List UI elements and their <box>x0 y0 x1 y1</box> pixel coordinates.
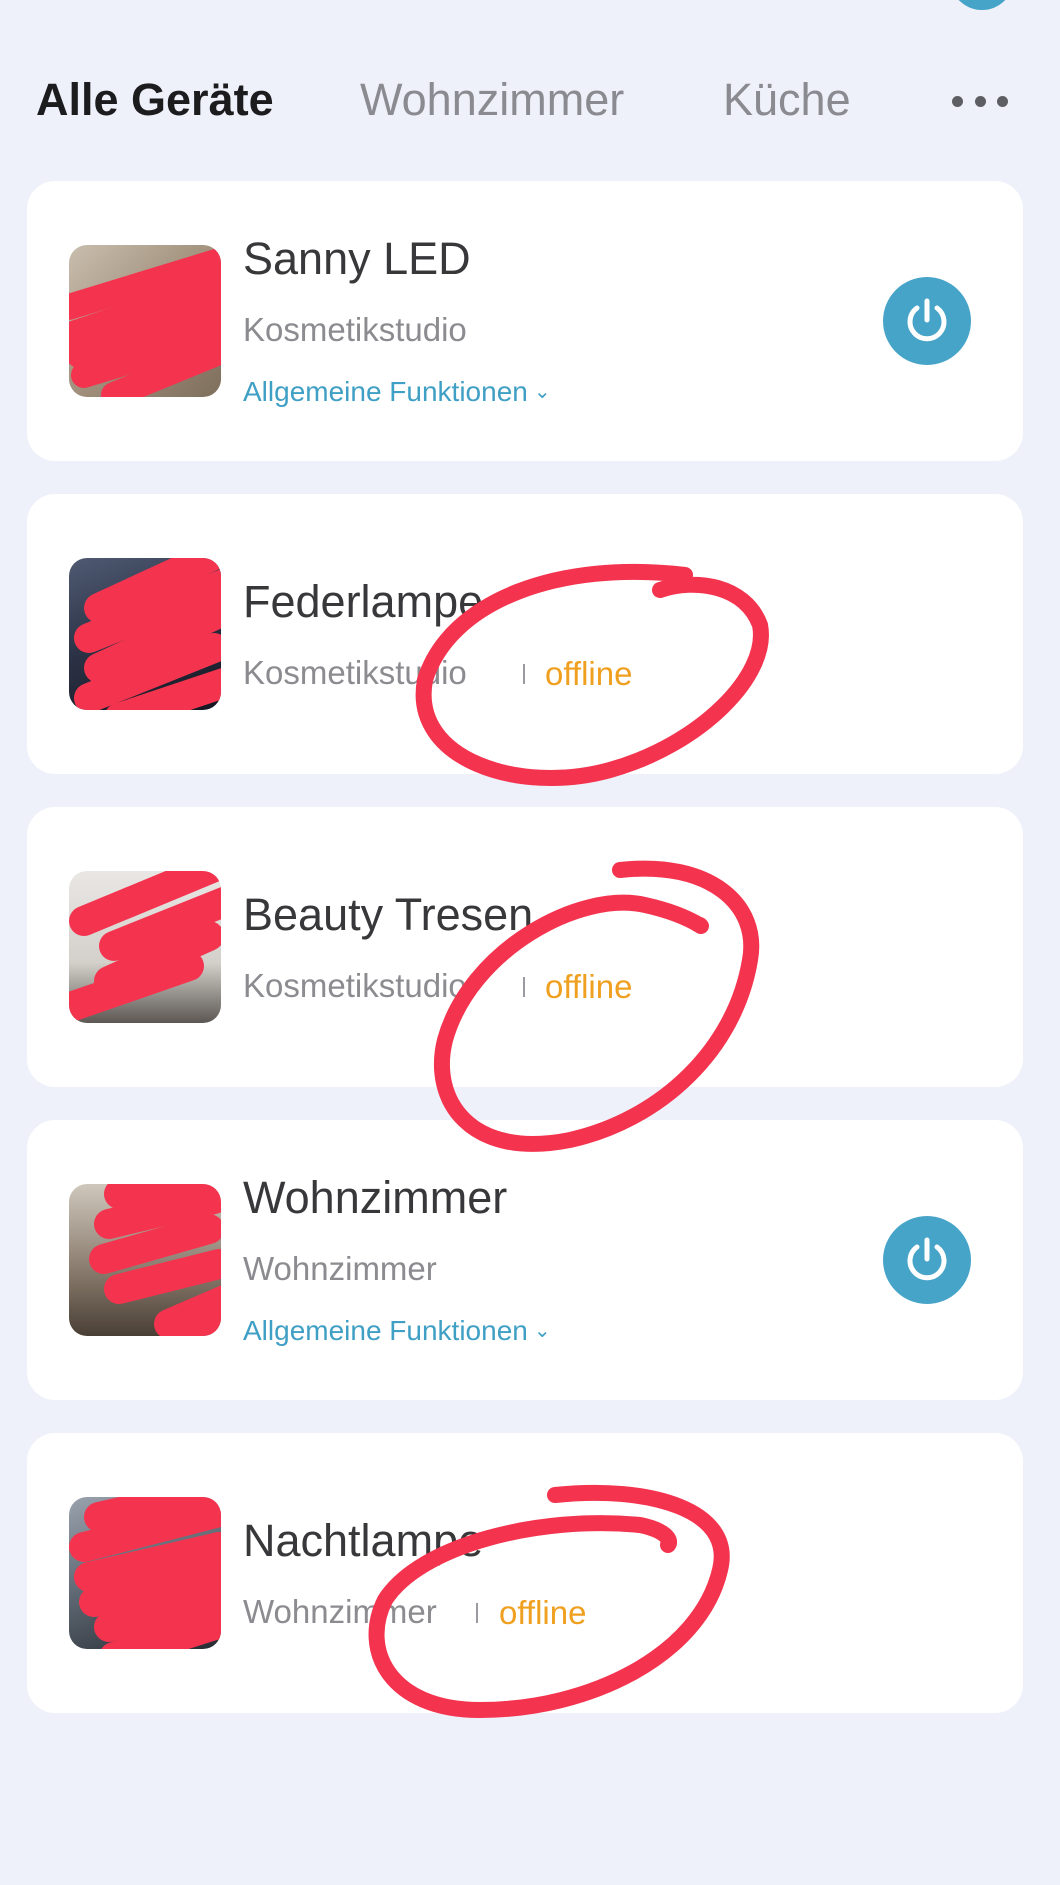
redaction-scribble <box>74 558 221 710</box>
general-functions-label: Allgemeine Funktionen <box>243 1315 528 1346</box>
room-tabs: Alle Geräte Wohnzimmer Küche <box>0 72 1060 132</box>
device-card-beauty-tresen[interactable]: Beauty Tresen Kosmetikstudio offline <box>27 807 1023 1087</box>
chevron-down-icon: ⌄ <box>533 381 551 403</box>
power-icon <box>907 298 947 342</box>
device-room: Wohnzimmer <box>243 1250 437 1287</box>
device-name: Nachtlampe <box>243 1515 484 1566</box>
device-card-wohnzimmer[interactable]: Wohnzimmer Wohnzimmer Allgemeine Funktio… <box>27 1120 1023 1400</box>
device-card-sanny-led[interactable]: Sanny LED Kosmetikstudio Allgemeine Funk… <box>27 181 1023 461</box>
device-name: Beauty Tresen <box>243 889 534 940</box>
tab-kitchen[interactable]: Küche <box>723 72 851 128</box>
device-list-screen: Alle Geräte Wohnzimmer Küche Sanny LED K… <box>0 0 1060 1885</box>
general-functions-link[interactable]: Allgemeine Funktionen ⌄ <box>243 376 551 408</box>
general-functions-label: Allgemeine Funktionen <box>243 376 528 407</box>
separator <box>476 1603 478 1623</box>
redaction-scribble <box>69 1497 221 1649</box>
redaction-scribble <box>69 246 221 397</box>
redaction-scribble <box>69 871 221 1023</box>
status-offline: offline <box>499 1594 587 1631</box>
power-button[interactable] <box>883 1216 971 1304</box>
device-card-nachtlampe[interactable]: Nachtlampe Wohnzimmer offline <box>27 1433 1023 1713</box>
tab-all-devices[interactable]: Alle Geräte <box>36 72 274 128</box>
more-horizontal-icon[interactable] <box>952 86 1008 116</box>
device-thumbnail <box>69 1497 221 1649</box>
status-offline: offline <box>545 655 633 692</box>
tab-living-room[interactable]: Wohnzimmer <box>360 72 624 128</box>
device-name: Sanny LED <box>243 233 471 284</box>
power-icon <box>907 1237 947 1281</box>
device-thumbnail <box>69 1184 221 1336</box>
separator <box>523 977 525 997</box>
device-room: Kosmetikstudio <box>243 311 467 348</box>
device-room: Kosmetikstudio <box>243 967 467 1004</box>
device-name: Federlampe <box>243 576 484 627</box>
device-card-federlampe[interactable]: Federlampe Kosmetikstudio offline <box>27 494 1023 774</box>
device-room: Kosmetikstudio <box>243 654 467 691</box>
general-functions-link[interactable]: Allgemeine Funktionen ⌄ <box>243 1315 551 1347</box>
status-offline: offline <box>545 968 633 1005</box>
device-room: Wohnzimmer <box>243 1593 437 1630</box>
device-thumbnail <box>69 871 221 1023</box>
device-name: Wohnzimmer <box>243 1172 508 1223</box>
device-thumbnail <box>69 245 221 397</box>
device-thumbnail <box>69 558 221 710</box>
separator <box>523 664 525 684</box>
power-button[interactable] <box>883 277 971 365</box>
chevron-down-icon: ⌄ <box>533 1320 551 1342</box>
avatar[interactable] <box>950 0 1014 10</box>
redaction-scribble <box>89 1184 221 1336</box>
